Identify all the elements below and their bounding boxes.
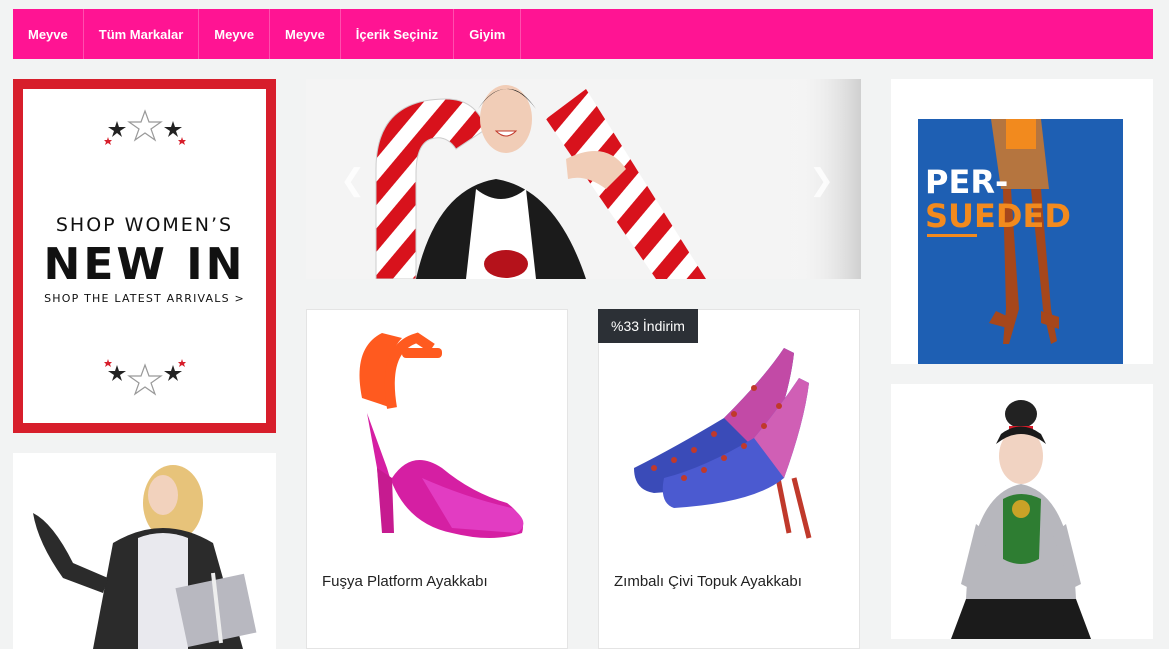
model-with-gift-image (13, 453, 276, 649)
promo-new-in-panel: SHOP WOMEN’S NEW IN SHOP THE LATEST ARRI… (23, 89, 266, 423)
promo-title: NEW IN (43, 239, 246, 290)
star-cluster-icon (103, 359, 186, 396)
chevron-left-icon: ❮ (340, 163, 366, 198)
hero-slider[interactable]: ❮ ❯ (306, 79, 861, 279)
ad-headline: PER- SUEDED (925, 165, 1071, 233)
main-nav: Meyve Tüm Markalar Meyve Meyve İçerik Se… (13, 9, 1153, 59)
product-title[interactable]: Fuşya Platform Ayakkabı (322, 573, 488, 590)
nav-item-meyve-3[interactable]: Meyve (270, 9, 341, 59)
slider-next-button[interactable]: ❯ (809, 163, 834, 198)
star-cluster-icon (103, 109, 186, 145)
ad-headline-line2: SUEDED (925, 197, 1071, 235)
model-photo-gift[interactable] (13, 453, 276, 649)
nav-item-meyve[interactable]: Meyve (13, 9, 84, 59)
product-title[interactable]: Zımbalı Çivi Topuk Ayakkabı (614, 573, 802, 590)
model-photo-sweater[interactable] (891, 384, 1153, 639)
slider-prev-button[interactable]: ❮ (340, 163, 365, 198)
stars-decoration-top (23, 109, 266, 149)
ad-headline-line1: PER- (925, 163, 1009, 201)
model-in-sweater-image (891, 384, 1153, 639)
product-image (614, 318, 844, 550)
discount-badge: %33 İndirim (598, 309, 698, 343)
hero-slide-image (306, 79, 861, 279)
nav-item-tum-markalar[interactable]: Tüm Markalar (84, 9, 200, 59)
ad-underline (927, 234, 977, 237)
nav-item-icerik-seciniz[interactable]: İçerik Seçiniz (341, 9, 455, 59)
product-image (322, 318, 552, 550)
per-sueded-ad[interactable]: PER- SUEDED (891, 79, 1153, 364)
nav-item-giyim[interactable]: Giyim (454, 9, 522, 59)
promo-new-in-banner[interactable]: SHOP WOMEN’S NEW IN SHOP THE LATEST ARRI… (13, 79, 276, 433)
product-card[interactable]: Zımbalı Çivi Topuk Ayakkabı (598, 309, 860, 649)
promo-link[interactable]: SHOP THE LATEST ARRIVALS > (23, 292, 266, 305)
nav-item-meyve-2[interactable]: Meyve (199, 9, 271, 59)
promo-heading: SHOP WOMEN’S (55, 214, 234, 236)
product-card[interactable]: Fuşya Platform Ayakkabı (306, 309, 568, 649)
stars-decoration-bottom (23, 357, 266, 397)
chevron-right-icon: ❯ (809, 163, 835, 198)
